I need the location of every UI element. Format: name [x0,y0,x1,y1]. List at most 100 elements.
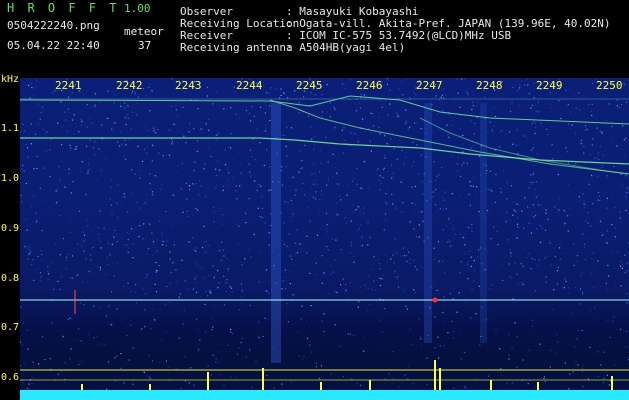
noise-speck [117,216,119,219]
noise-speck [93,272,95,274]
noise-speck [614,236,616,238]
noise-speck [256,128,258,130]
noise-speck [94,141,96,143]
noise-speck [464,253,467,255]
noise-speck [226,169,228,171]
noise-speck [382,168,385,170]
noise-speck [231,291,233,293]
noise-speck [261,207,263,210]
noise-speck [408,262,411,265]
noise-speck [120,105,122,107]
noise-speck [549,242,551,244]
noise-speck [99,240,101,242]
noise-speck [591,114,593,117]
noise-speck [69,358,71,360]
noise-speck [329,116,331,118]
noise-speck [545,281,547,283]
noise-speck [563,287,565,289]
noise-speck [534,259,536,261]
noise-speck [55,190,57,192]
noise-speck [617,182,620,184]
noise-speck [127,160,129,162]
noise-speck [379,319,381,321]
noise-speck [28,252,30,254]
noise-speck [38,267,40,269]
noise-speck [414,122,416,124]
noise-speck [109,198,111,200]
noise-speck [35,212,37,214]
noise-speck [489,288,491,290]
noise-speck [68,168,70,170]
noise-speck [603,378,605,380]
noise-speck [476,186,478,188]
noise-speck [582,233,584,235]
noise-speck [452,287,454,290]
noise-speck [111,324,113,326]
noise-speck [499,348,501,350]
noise-speck [333,271,335,273]
noise-speck [171,143,173,145]
noise-speck [478,249,480,251]
noise-speck [89,254,92,256]
noise-speck [268,232,270,234]
noise-speck [430,101,432,103]
noise-speck [350,245,352,247]
noise-speck [258,250,260,252]
noise-speck [165,244,167,246]
noise-speck [440,96,442,98]
noise-speck [269,102,271,104]
noise-speck [626,302,628,304]
noise-speck [95,226,97,228]
noise-speck [564,222,566,225]
noise-speck [345,216,347,219]
noise-speck [152,241,155,243]
noise-speck [521,281,523,284]
noise-speck [38,103,40,105]
noise-speck [194,207,196,209]
noise-speck [235,140,237,142]
noise-speck [402,247,405,249]
noise-speck [556,270,558,272]
noise-speck [154,283,156,285]
noise-speck [405,78,407,80]
noise-speck [543,377,545,379]
noise-speck [30,251,32,253]
noise-speck [208,274,210,276]
noise-speck [621,185,623,187]
noise-speck [318,377,320,380]
noise-speck [248,249,250,251]
noise-speck [441,94,443,96]
noise-speck [599,130,601,132]
noise-speck [232,333,234,335]
noise-speck [190,124,192,126]
noise-speck [144,309,146,311]
noise-speck [533,164,535,166]
noise-speck [621,267,623,269]
noise-speck [491,190,493,192]
noise-speck [590,160,592,162]
noise-speck [550,107,552,109]
noise-speck [514,291,516,293]
noise-speck [434,96,436,98]
noise-speck [305,106,307,108]
noise-speck [142,88,145,90]
noise-speck [410,343,412,345]
noise-speck [560,117,562,120]
noise-speck [148,376,150,378]
noise-speck [478,285,480,287]
noise-speck [300,318,302,320]
noise-speck [413,260,415,262]
noise-speck [292,215,294,218]
noise-speck [263,164,265,167]
noise-speck [215,134,217,136]
noise-speck [125,144,127,146]
noise-speck [532,204,534,206]
noise-speck [452,228,454,230]
noise-speck [478,211,480,213]
noise-speck [530,107,532,109]
noise-speck [508,263,510,265]
noise-speck [349,251,351,253]
noise-speck [40,250,42,252]
noise-speck [22,322,24,324]
noise-speck [590,273,592,275]
